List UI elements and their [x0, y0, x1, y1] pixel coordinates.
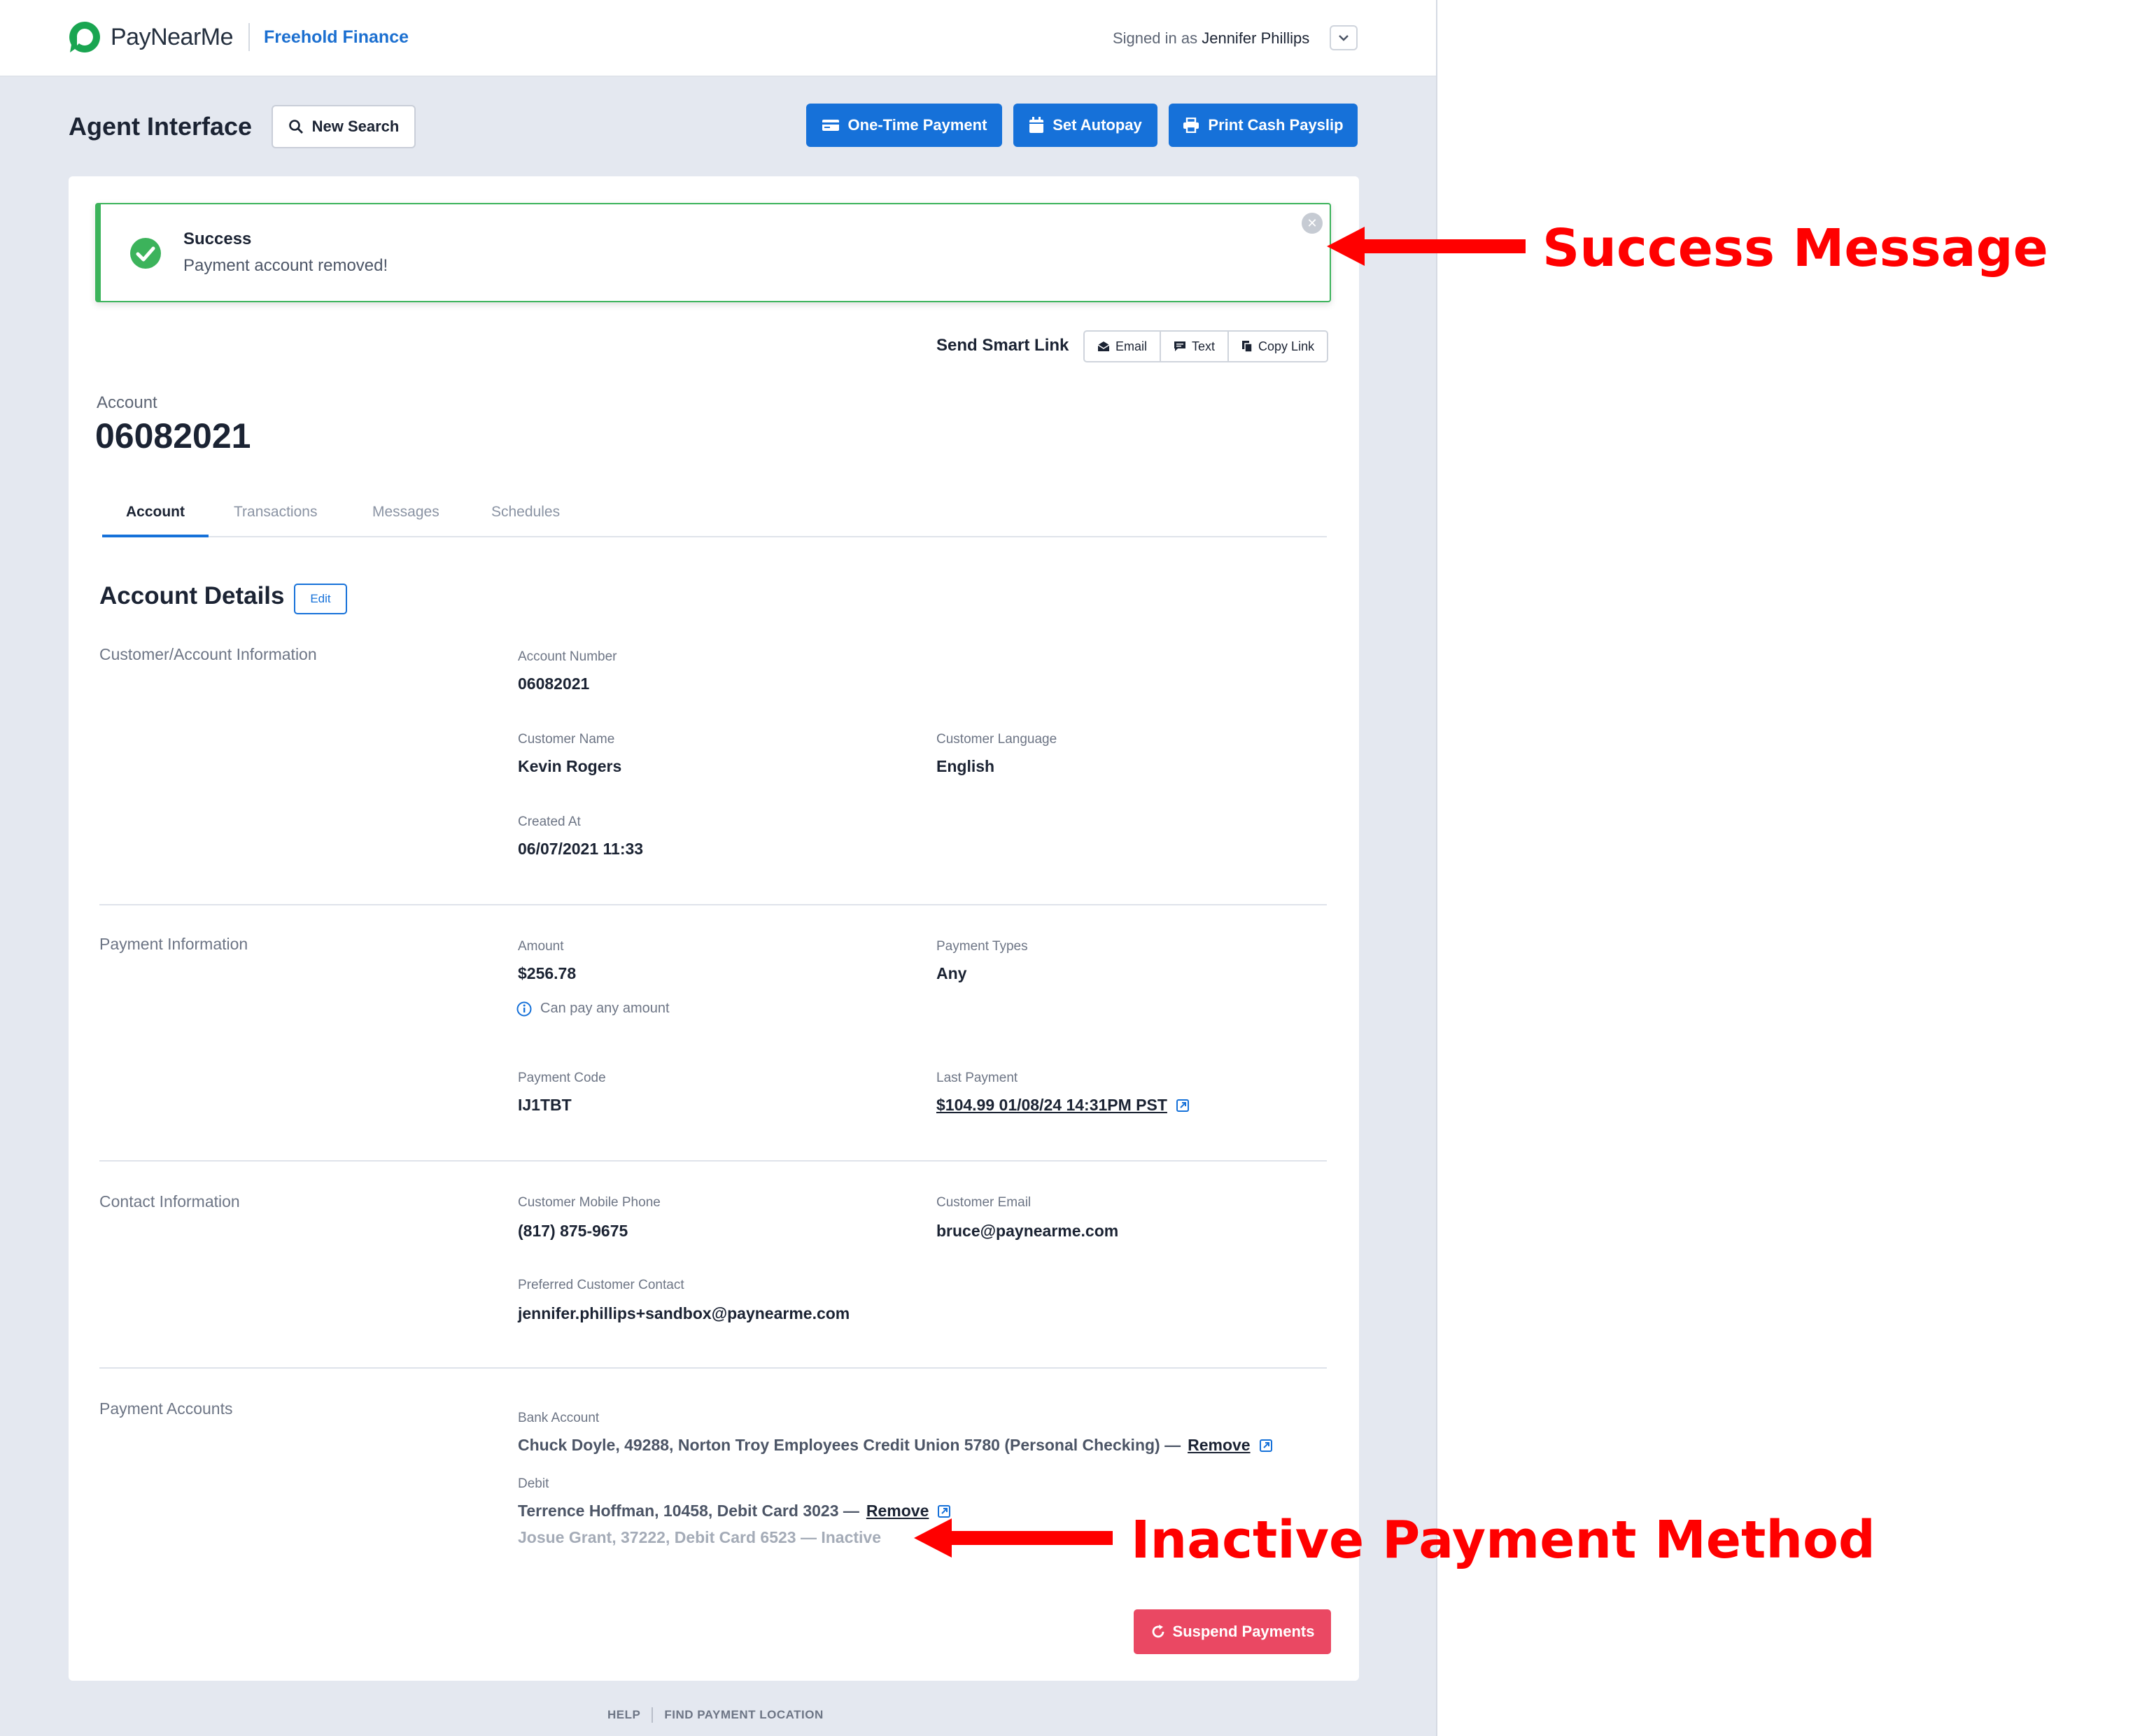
credit-card-icon: [822, 120, 839, 131]
top-bar: PayNearMe Freehold Finance Signed in as …: [0, 0, 1436, 77]
section-divider: [99, 1160, 1327, 1162]
print-cash-payslip-button[interactable]: Print Cash Payslip: [1169, 104, 1358, 147]
amount-label: Amount: [518, 939, 564, 954]
info-icon: [516, 1001, 532, 1016]
account-number-value: 06082021: [518, 675, 590, 693]
preferred-contact-label: Preferred Customer Contact: [518, 1278, 684, 1292]
mobile-phone-value: (817) 875-9675: [518, 1222, 628, 1240]
amount-value: $256.78: [518, 964, 577, 982]
smart-link-group: Email Text Copy Link: [1083, 330, 1329, 362]
smart-link-copy-button[interactable]: Copy Link: [1229, 332, 1327, 361]
account-number-heading: 06082021: [95, 416, 251, 456]
tab-schedules[interactable]: Schedules: [491, 504, 560, 521]
last-payment-link[interactable]: $104.99 01/08/24 14:31PM PST: [936, 1096, 1190, 1115]
payment-code-value: IJ1TBT: [518, 1096, 572, 1114]
footer: HELP FIND PAYMENT LOCATION: [607, 1707, 824, 1723]
brand-logo[interactable]: PayNearMe Freehold Finance: [67, 20, 409, 55]
footer-find-location-link[interactable]: FIND PAYMENT LOCATION: [664, 1708, 823, 1722]
success-arrow-icon: [1327, 227, 1526, 266]
customer-email-label: Customer Email: [936, 1195, 1032, 1210]
payment-code-label: Payment Code: [518, 1071, 606, 1085]
page-title: Agent Interface: [69, 112, 253, 141]
brand-name: PayNearMe: [111, 23, 234, 50]
section-divider: [99, 1367, 1327, 1369]
search-icon: [288, 120, 303, 134]
alert-title: Success: [183, 230, 252, 248]
remove-bank-account-link[interactable]: Remove: [1188, 1436, 1250, 1455]
suspend-payments-button[interactable]: Suspend Payments: [1134, 1609, 1331, 1654]
footer-help-link[interactable]: HELP: [607, 1708, 640, 1722]
smart-link-email-button[interactable]: Email: [1085, 332, 1162, 361]
printer-icon: [1183, 118, 1199, 133]
account-card: [69, 176, 1359, 1681]
set-autopay-button[interactable]: Set Autopay: [1013, 104, 1157, 147]
annotation-success-message: Success Message: [1542, 218, 2048, 278]
paynearme-logo-icon: [69, 22, 100, 52]
created-at-value: 06/07/2021 11:33: [518, 840, 644, 858]
account-number-label: Account Number: [518, 649, 617, 664]
edit-button[interactable]: Edit: [294, 584, 347, 614]
active-tab-indicator: [102, 535, 209, 537]
preferred-contact-value: jennifer.phillips+sandbox@paynearme.com: [518, 1304, 850, 1322]
mobile-phone-label: Customer Mobile Phone: [518, 1195, 661, 1210]
customer-email-value: bruce@paynearme.com: [936, 1222, 1119, 1240]
check-circle-icon: [130, 238, 161, 269]
user-menu-button[interactable]: [1330, 25, 1358, 50]
bank-account-label: Bank Account: [518, 1411, 600, 1425]
section-title-contact: Contact Information: [99, 1192, 240, 1211]
footer-divider: [652, 1707, 654, 1723]
section-title-customer: Customer/Account Information: [99, 645, 317, 663]
customer-name-value: Kevin Rogers: [518, 757, 622, 775]
alert-message: Payment account removed!: [183, 256, 388, 275]
account-details-title: Account Details: [99, 582, 285, 609]
last-payment-label: Last Payment: [936, 1071, 1018, 1085]
close-icon[interactable]: ✕: [1302, 213, 1323, 234]
customer-language-value: English: [936, 757, 995, 775]
chat-icon: [1174, 341, 1186, 351]
smart-link-label: Send Smart Link: [936, 336, 1069, 355]
debit-label: Debit: [518, 1476, 549, 1491]
payment-types-value: Any: [936, 964, 967, 982]
section-title-payment: Payment Information: [99, 935, 248, 953]
section-title-payment-accounts: Payment Accounts: [99, 1399, 233, 1418]
account-tabs: Account Transactions Messages Schedules: [102, 490, 1327, 537]
annotation-inactive-payment-method: Inactive Payment Method: [1131, 1510, 1875, 1570]
external-link-icon[interactable]: [937, 1504, 951, 1518]
calendar-icon: [1029, 117, 1044, 133]
success-alert: Success Payment account removed! ✕: [95, 203, 1331, 302]
smart-link-text-button[interactable]: Text: [1161, 332, 1230, 361]
remove-debit-card-link[interactable]: Remove: [866, 1502, 929, 1520]
external-link-icon[interactable]: [1259, 1439, 1273, 1453]
org-name: Freehold Finance: [264, 27, 409, 47]
inactive-debit-card-item: Josue Grant, 37222, Debit Card 6523 — In…: [518, 1528, 882, 1546]
refresh-icon: [1152, 1625, 1164, 1638]
customer-language-label: Customer Language: [936, 732, 1057, 747]
tab-messages[interactable]: Messages: [372, 504, 439, 521]
account-label: Account: [97, 393, 157, 412]
tab-account[interactable]: Account: [126, 504, 185, 521]
payment-types-label: Payment Types: [936, 939, 1028, 954]
chevron-down-icon: [1339, 35, 1349, 41]
created-at-label: Created At: [518, 814, 581, 829]
one-time-payment-button[interactable]: One-Time Payment: [806, 104, 1002, 147]
brand-divider: [248, 23, 251, 51]
tab-transactions[interactable]: Transactions: [234, 504, 317, 521]
external-link-icon: [1176, 1099, 1189, 1112]
inactive-arrow-icon: [914, 1518, 1113, 1558]
agent-app: PayNearMe Freehold Finance Signed in as …: [0, 0, 1437, 1736]
amount-hint: Can pay any amount: [516, 1001, 670, 1017]
section-divider: [99, 904, 1327, 905]
debit-card-item: Terrence Hoffman, 10458, Debit Card 3023…: [518, 1502, 951, 1520]
customer-name-label: Customer Name: [518, 732, 615, 747]
bank-account-item: Chuck Doyle, 49288, Norton Troy Employee…: [518, 1436, 1273, 1455]
signed-in-text: Signed in as Jennifer Phillips: [1113, 29, 1310, 47]
envelope-icon: [1097, 341, 1110, 351]
copy-icon: [1242, 341, 1253, 353]
signed-in-user: Jennifer Phillips: [1202, 29, 1310, 47]
new-search-button[interactable]: New Search: [272, 105, 416, 148]
